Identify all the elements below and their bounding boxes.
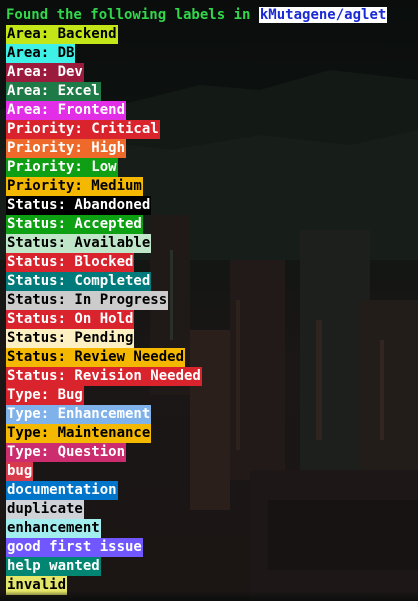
label-row: Priority: High xyxy=(6,139,418,158)
label-row: Status: Available xyxy=(6,234,418,253)
label-tag: Status: Blocked xyxy=(6,253,135,272)
label-row: Type: Question xyxy=(6,443,418,462)
header-prefix: Found the following labels in xyxy=(6,7,259,23)
label-tag: Type: Question xyxy=(6,443,127,462)
repo-name: kMutagene/aglet xyxy=(258,7,388,23)
label-tag: Status: Accepted xyxy=(6,215,143,234)
label-tag: Priority: Medium xyxy=(6,177,143,196)
label-row: bug xyxy=(6,462,418,481)
label-row: documentation xyxy=(6,481,418,500)
label-row: Type: Enhancement xyxy=(6,405,418,424)
label-tag: Priority: Low xyxy=(6,158,118,177)
label-row: Type: Bug xyxy=(6,386,418,405)
label-tag: enhancement xyxy=(6,519,101,538)
label-tag: Type: Bug xyxy=(6,386,84,405)
label-row: Status: Revision Needed xyxy=(6,367,418,386)
label-row: duplicate xyxy=(6,500,418,519)
label-row: Area: Dev xyxy=(6,63,418,82)
label-row: Status: Completed xyxy=(6,272,418,291)
label-list: Area: Backend Area: DB Area: Dev Area: Exce… xyxy=(6,25,418,595)
label-tag: documentation xyxy=(6,481,118,500)
label-tag: Type: Maintenance xyxy=(6,424,152,443)
label-row: Status: Review Needed xyxy=(6,348,418,367)
label-tag: Type: Enhancement xyxy=(6,405,152,424)
label-tag: Area: DB xyxy=(6,44,76,63)
label-tag: Priority: High xyxy=(6,139,127,158)
label-row: Status: Accepted xyxy=(6,215,418,234)
label-row: Status: Blocked xyxy=(6,253,418,272)
label-tag: bug xyxy=(6,462,34,481)
label-row: help wanted xyxy=(6,557,418,576)
bottom-fade xyxy=(0,591,418,601)
label-tag: Status: On Hold xyxy=(6,310,135,329)
label-row: enhancement xyxy=(6,519,418,538)
label-tag: Status: Abandoned xyxy=(6,196,152,215)
label-row: Area: Excel xyxy=(6,82,418,101)
label-tag: good first issue xyxy=(6,538,143,557)
label-tag: Area: Backend xyxy=(6,25,118,44)
label-row: good first issue xyxy=(6,538,418,557)
label-row: Priority: Low xyxy=(6,158,418,177)
label-row: Type: Maintenance xyxy=(6,424,418,443)
label-row: Priority: Medium xyxy=(6,177,418,196)
label-row: Status: Abandoned xyxy=(6,196,418,215)
label-row: Status: Pending xyxy=(6,329,418,348)
header-line: Found the following labels in kMutagene/… xyxy=(6,6,418,25)
label-tag: Status: Available xyxy=(6,234,152,253)
label-tag: Status: Revision Needed xyxy=(6,367,202,386)
label-tag: Status: Pending xyxy=(6,329,135,348)
label-tag: Priority: Critical xyxy=(6,120,160,139)
label-tag: Status: In Progress xyxy=(6,291,169,310)
label-tag: Area: Dev xyxy=(6,63,84,82)
label-tag: help wanted xyxy=(6,557,101,576)
label-row: Priority: Critical xyxy=(6,120,418,139)
label-row: Area: Backend xyxy=(6,25,418,44)
label-tag: Status: Completed xyxy=(6,272,152,291)
terminal-output: Found the following labels in kMutagene/… xyxy=(6,6,418,595)
label-tag: Area: Excel xyxy=(6,82,101,101)
label-tag: duplicate xyxy=(6,500,84,519)
label-row: Status: On Hold xyxy=(6,310,418,329)
label-tag: Status: Review Needed xyxy=(6,348,186,367)
label-row: Area: DB xyxy=(6,44,418,63)
label-row: Status: In Progress xyxy=(6,291,418,310)
label-row: Area: Frontend xyxy=(6,101,418,120)
label-tag: Area: Frontend xyxy=(6,101,127,120)
